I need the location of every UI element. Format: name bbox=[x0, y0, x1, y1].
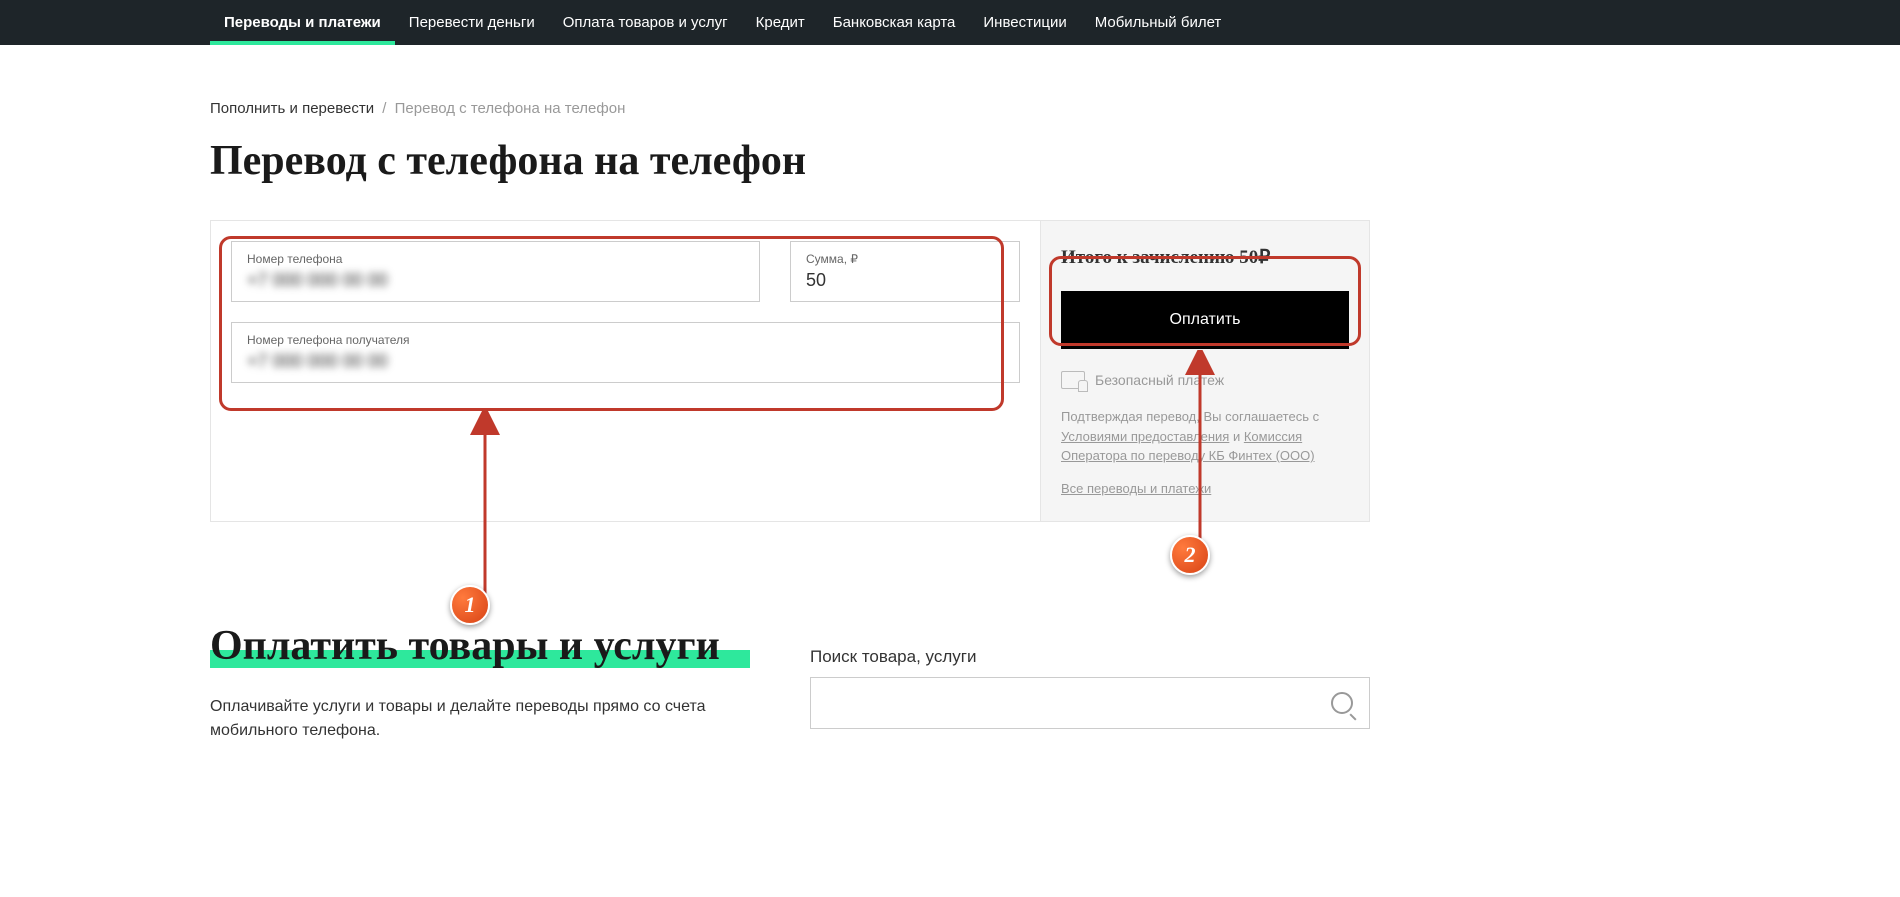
services-title: Оплатить товары и услуги bbox=[210, 622, 720, 670]
total-label: Итого к зачислению 50₽ bbox=[1061, 246, 1349, 269]
form-panel: Номер телефона +7 000 000 00 00 Сумма, ₽… bbox=[210, 220, 1040, 522]
nav-transfers-payments[interactable]: Переводы и платежи bbox=[210, 0, 395, 45]
annotation-arrow-2 bbox=[1185, 350, 1215, 550]
amount-label: Сумма, ₽ bbox=[806, 252, 1004, 266]
breadcrumb-current: Перевод с телефона на телефон bbox=[395, 100, 626, 117]
recipient-value: +7 000 000 00 00 bbox=[247, 351, 1004, 372]
services-description: Оплачивайте услуги и товары и делайте пе… bbox=[210, 695, 750, 743]
search-label: Поиск товара, услуги bbox=[810, 647, 1370, 667]
breadcrumb: Пополнить и перевести / Перевод с телефо… bbox=[210, 100, 1370, 117]
nav-bank-card[interactable]: Банковская карта bbox=[819, 0, 970, 45]
nav-pay-goods[interactable]: Оплата товаров и услуг bbox=[549, 0, 742, 45]
navbar: Переводы и платежи Перевести деньги Опла… bbox=[0, 0, 1900, 45]
search-input[interactable] bbox=[810, 677, 1370, 729]
annotation-badge-2: 2 bbox=[1170, 535, 1210, 575]
recipient-label: Номер телефона получателя bbox=[247, 333, 1004, 347]
nav-send-money[interactable]: Перевести деньги bbox=[395, 0, 549, 45]
phone-label: Номер телефона bbox=[247, 252, 744, 266]
recipient-input-wrap[interactable]: Номер телефона получателя +7 000 000 00 … bbox=[231, 322, 1020, 383]
nav-investments[interactable]: Инвестиции bbox=[969, 0, 1080, 45]
phone-value: +7 000 000 00 00 bbox=[247, 270, 744, 291]
nav-credit[interactable]: Кредит bbox=[742, 0, 819, 45]
breadcrumb-parent[interactable]: Пополнить и перевести bbox=[210, 100, 374, 117]
annotation-arrow-1 bbox=[470, 410, 500, 610]
search-icon bbox=[1331, 692, 1353, 714]
amount-input-wrap[interactable]: Сумма, ₽ 50 bbox=[790, 241, 1020, 302]
phone-input-wrap[interactable]: Номер телефона +7 000 000 00 00 bbox=[231, 241, 760, 302]
nav-mobile-ticket[interactable]: Мобильный билет bbox=[1081, 0, 1236, 45]
amount-value: 50 bbox=[806, 270, 1004, 291]
annotation-badge-1: 1 bbox=[450, 585, 490, 625]
secure-card-icon bbox=[1061, 371, 1085, 389]
page-title: Перевод с телефона на телефон bbox=[210, 137, 1370, 185]
pay-button[interactable]: Оплатить bbox=[1061, 291, 1349, 349]
